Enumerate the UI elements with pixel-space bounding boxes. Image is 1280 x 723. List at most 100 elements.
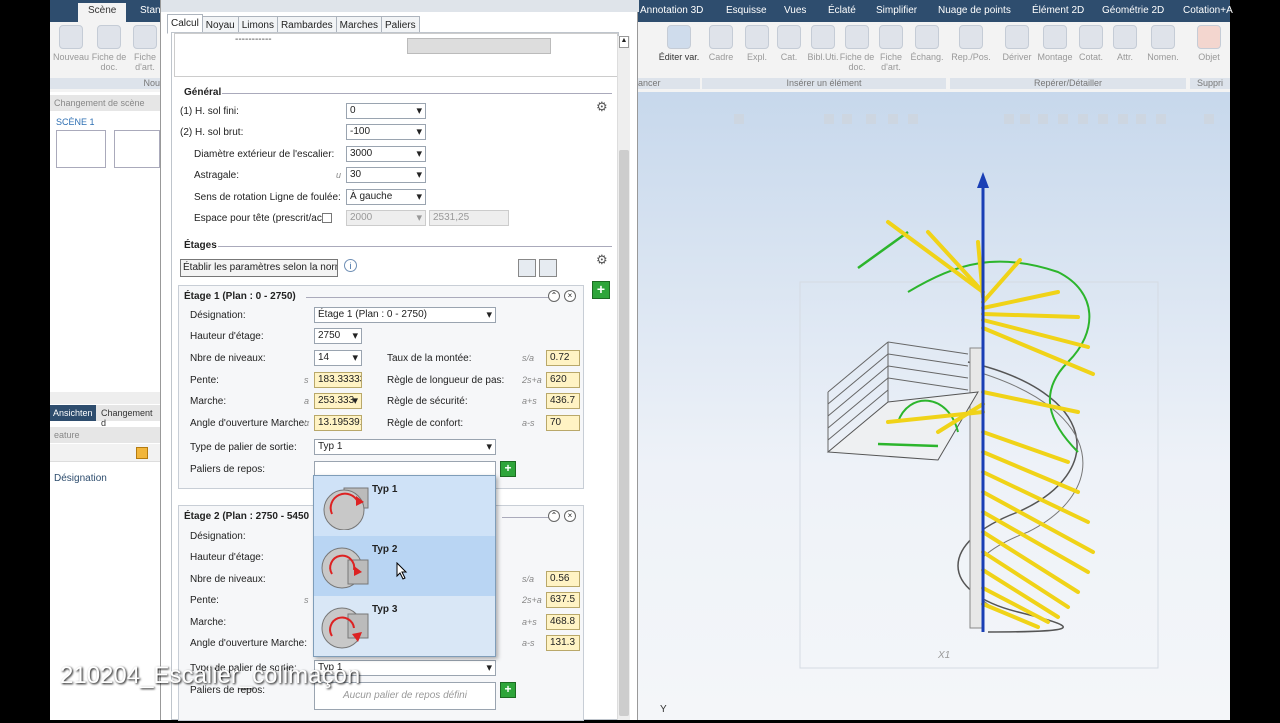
e1-confort-value: 70 [546,415,580,431]
sort-asc-icon[interactable] [518,259,536,277]
scene-pane: Changement de scène SCÈNE 1 Ansichten Ch… [50,92,160,720]
delete-etage-2-icon[interactable]: × [564,510,576,522]
h-sol-fini-select[interactable]: 0 [346,103,426,119]
tab-changement[interactable]: Changement d [98,405,160,428]
h-sol-brut-select[interactable]: -100 [346,124,426,140]
espace-tete-checkbox[interactable] [322,213,332,223]
collapse-etage-1-icon[interactable]: ⌃ [548,290,560,302]
general-gear-icon[interactable]: ⚙ [596,99,608,115]
palier-typ1-icon [323,487,369,530]
palier-option-typ3[interactable]: Typ 3 [314,596,495,656]
norm-button[interactable]: Établir les paramètres selon la norme [180,259,338,277]
scene-label[interactable]: SCÈNE 1 [56,117,95,127]
diametre-select[interactable]: 3000 [346,146,426,162]
edit-var-button[interactable]: Éditer var. [658,25,700,77]
etages-divider [218,246,612,247]
label-sens-rotation: Sens de rotation Ligne de foulée: [194,192,341,203]
staircase-model: X1 Y [660,114,1214,715]
ribbon-group-ancer: ancer [638,78,700,89]
e1-hauteur-select[interactable]: 2750 [314,328,362,344]
espace-tete-actuel: 2531,25 [429,210,509,226]
e1-marche-select[interactable]: 253.333 [314,393,362,409]
e1-label-niveaux: Nbre de niveaux: [190,353,266,364]
dimension-icon [1079,25,1103,49]
3d-viewport[interactable]: X1 Y [638,92,1230,720]
new-button[interactable]: Nouveau [50,25,92,77]
e2-pente-unit: s [304,595,309,605]
e2-securite-unit: a+s [522,617,537,627]
label-h-sol-brut: (2) H. sol brut: [180,127,244,138]
ribbon-tab-geometrie2d[interactable]: Géométrie 2D [1102,5,1164,16]
label-astragale: Astragale: [194,170,240,181]
ribbon-tab-annotation3d[interactable]: Annotation 3D [640,5,703,16]
scroll-thumb[interactable] [619,150,629,716]
attr-button[interactable]: Attr. [1104,25,1146,77]
add-etage-icon[interactable]: + [592,281,610,299]
derive-icon [1005,25,1029,49]
feature-designation[interactable]: Désignation [54,473,107,484]
e1-label-confort: Règle de confort: [387,418,464,429]
ribbon-tab-nuage[interactable]: Nuage de points [938,5,1011,16]
etages-section-title: Étages [184,240,217,251]
label-espace-tete: Espace pour tête (prescrit/actu [194,213,331,224]
ribbon-tab-cotation[interactable]: Cotation+A [1183,5,1233,16]
collapse-etage-2-icon[interactable]: ⌃ [548,510,560,522]
echang-button[interactable]: Échang. [906,25,948,77]
etage-2-title: Étage 2 (Plan : 2750 - 5450 [184,511,310,522]
dialog-scrollbar[interactable]: ▲ [617,36,630,720]
e1-taux-unit: s/a [522,353,535,363]
delete-etage-1-icon[interactable]: × [564,290,576,302]
espace-tete-prescrit[interactable]: 2000 [346,210,426,226]
e1-angle-value[interactable]: 13.195391 [314,415,362,431]
scene-pane-splitter[interactable] [50,392,160,404]
tab-ansichten[interactable]: Ansichten [50,405,96,421]
info-icon[interactable]: i [344,259,357,272]
e1-pente-value[interactable]: 183.33333 [314,372,362,388]
palier-option-typ1[interactable]: Typ 1 [314,476,495,536]
explorer-icon [745,25,769,49]
deriver-button[interactable]: Dériver [996,25,1038,77]
exchange-icon [915,25,939,49]
e1-label-angle: Angle d'ouverture Marche: [190,418,307,429]
rep-pos-button[interactable]: Rep./Pos. [950,25,992,77]
nomen-button[interactable]: Nomen. [1142,25,1184,77]
axis-label-y: Y [660,704,667,715]
ribbon-tab-element2d[interactable]: Élément 2D [1032,5,1084,16]
video-caption: 210204_Escalier_colimaçon [60,662,361,689]
palier-type-dropdown: Typ 1 Typ 2 Typ 3 [313,475,496,657]
tab-calcul[interactable]: Calcul [167,14,203,34]
dialog-tab-bar: Calcul Noyau Limons Rambardes Marches Paliers [167,14,420,34]
e2-label-niveaux: Nbre de niveaux: [190,574,266,585]
e2-taux-unit: s/a [522,574,535,584]
astragale-select[interactable]: 30 [346,167,426,183]
ribbon-tab-scene[interactable]: Scène [78,3,127,22]
dialog-titlebar[interactable] [161,0,639,12]
scene-pane-header: Changement de scène [50,95,160,111]
label-h-sol-fini: (1) H. sol fini: [180,106,239,117]
sens-rotation-select[interactable]: À gauche [346,189,426,205]
feature-tool-icon[interactable] [136,447,148,459]
etage-1-title: Étage 1 (Plan : 0 - 2750) [184,291,296,302]
ribbon-tab-esquisse[interactable]: Esquisse [726,5,767,16]
feature-header: eature [50,427,160,443]
e1-niveaux-select[interactable]: 14 [314,350,362,366]
e1-label-pente: Pente: [190,375,219,386]
e1-designation-select[interactable]: Étage 1 (Plan : 0 - 2750) [314,307,496,323]
ribbon-tab-simplifier[interactable]: Simplifier [876,5,917,16]
position-icon [959,25,983,49]
ribbon-tab-standard[interactable]: Stan [140,5,161,16]
ribbon-tab-eclate[interactable]: Éclaté [828,5,856,16]
e1-palier-select[interactable]: Typ 1 [314,439,496,455]
scene-thumbnail-1[interactable] [56,130,106,168]
axis-label-x1: X1 [937,650,950,661]
add-repos-icon[interactable]: + [500,461,516,477]
ribbon-tab-vues[interactable]: Vues [784,5,806,16]
scroll-up-icon[interactable]: ▲ [619,36,629,48]
new-icon [59,25,83,49]
scene-thumbnail-2[interactable] [114,130,160,168]
objet-button[interactable]: Objet [1188,25,1230,77]
etages-gear-icon[interactable]: ⚙ [596,252,608,268]
ribbon-group-new: Nou [50,78,160,89]
add-repos-2-icon[interactable]: + [500,682,516,698]
sort-desc-icon[interactable] [539,259,557,277]
